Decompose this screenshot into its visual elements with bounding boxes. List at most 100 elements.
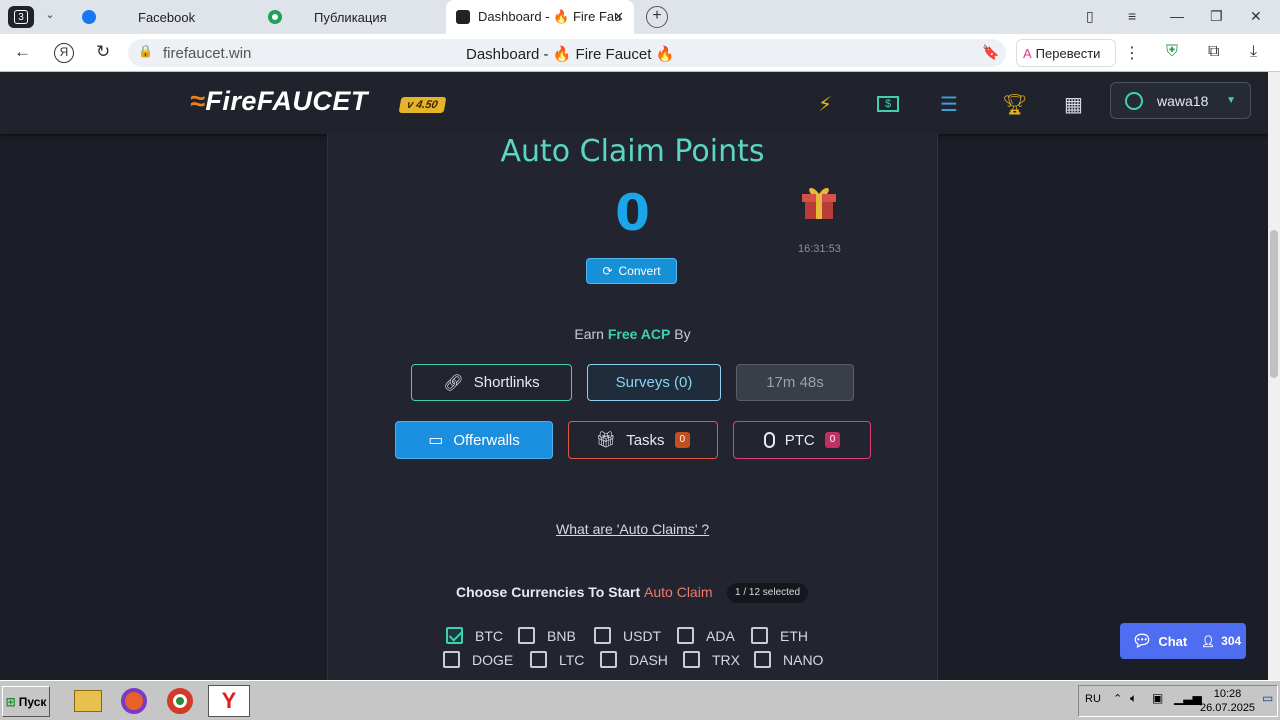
gift-outline-icon: 🎁︎	[595, 432, 617, 449]
currency-ltc[interactable]: LTC	[530, 651, 584, 668]
clock[interactable]: 10:28 26.07.2025	[1200, 687, 1255, 715]
chevron-up-icon[interactable]: ⌃	[1113, 692, 1122, 705]
clock-time: 10:28	[1213, 688, 1242, 700]
chevron-down-icon[interactable]: ⌄	[38, 8, 62, 26]
facebook-icon	[82, 10, 96, 24]
caret-down-icon: ▼	[1226, 95, 1236, 106]
checkbox[interactable]	[530, 651, 547, 668]
download-icon[interactable]: ⤓	[1250, 43, 1257, 61]
currency-label: DASH	[629, 651, 668, 668]
logo-faucet: FAUCET	[256, 86, 368, 116]
start-button[interactable]: ⊞ Пуск	[2, 686, 50, 717]
back-icon[interactable]: ←	[14, 42, 31, 62]
user-menu[interactable]: wawa18 ▼	[1110, 82, 1251, 119]
checkbox[interactable]	[443, 651, 460, 668]
refresh-icon: ⟳	[602, 264, 613, 278]
tab-dashboard[interactable]: Dashboard - 🔥 Fire Fau ✕	[446, 0, 634, 34]
chat-label: Chat	[1158, 633, 1188, 649]
currency-doge[interactable]: DOGE	[443, 651, 513, 668]
currency-btc[interactable]: BTC	[446, 627, 503, 644]
shortlinks-label: Shortlinks	[473, 374, 540, 391]
signal-icon[interactable]: ▁▃▅	[1174, 691, 1202, 705]
checkbox[interactable]	[677, 627, 694, 644]
yandex-icon[interactable]: Я	[54, 43, 74, 63]
show-desktop-icon[interactable]: ▭	[1262, 691, 1273, 705]
ptc-button[interactable]: PTC 0	[733, 421, 871, 459]
tasks-count: 0	[674, 432, 691, 448]
shield-icon[interactable]: ⛨	[1166, 43, 1178, 61]
window-icon: ▭	[428, 432, 444, 449]
surveys-label: Surveys (0)	[615, 374, 693, 391]
currency-nano[interactable]: NANO	[754, 651, 823, 668]
tasks-button[interactable]: 🎁︎ Tasks 0	[568, 421, 718, 459]
currency-dash[interactable]: DASH	[600, 651, 668, 668]
language-indicator[interactable]: RU	[1085, 693, 1101, 705]
username: wawa18	[1157, 92, 1209, 109]
shortlinks-button[interactable]: 🔗︎ Shortlinks	[411, 364, 572, 401]
checkbox[interactable]	[518, 627, 535, 644]
close-window-icon[interactable]: ✕	[1250, 8, 1262, 25]
restore-icon[interactable]: ❐	[1210, 8, 1223, 25]
page-scrollbar[interactable]	[1268, 72, 1280, 680]
currency-usdt[interactable]: USDT	[594, 627, 661, 644]
list-icon[interactable]: ☰	[940, 92, 958, 117]
logo-fire: Fire	[205, 86, 257, 116]
logo-flame-icon: ≈	[190, 86, 206, 116]
firefox-icon[interactable]	[116, 685, 152, 717]
new-tab-button[interactable]: +	[646, 6, 668, 28]
volume-icon[interactable]: 🔈︎	[1130, 691, 1137, 706]
menu-icon[interactable]: ≡	[1128, 8, 1136, 24]
offerwalls-button[interactable]: ▭ Offerwalls	[395, 421, 553, 459]
checkbox[interactable]	[754, 651, 771, 668]
surveys-button[interactable]: Surveys (0)	[587, 364, 721, 401]
close-icon[interactable]: ✕	[613, 9, 624, 25]
money-icon[interactable]: $	[877, 96, 899, 112]
timer-button[interactable]: 17m 48s	[736, 364, 854, 401]
tab-label: Facebook	[138, 9, 196, 25]
currency-trx[interactable]: TRX	[683, 651, 740, 668]
ptc-label: PTC	[784, 431, 815, 449]
translate-icon: A	[1023, 45, 1032, 61]
tab-count-button[interactable]: 3	[8, 6, 34, 28]
bookmark-icon[interactable]: 🔖	[982, 44, 999, 61]
file-manager-icon[interactable]	[70, 685, 106, 717]
translate-label: Перевести	[1035, 45, 1101, 61]
scrollbar-thumb[interactable]	[1270, 230, 1278, 378]
checkbox[interactable]	[683, 651, 700, 668]
checkbox[interactable]	[600, 651, 617, 668]
calendar-icon[interactable]: ▦	[1064, 92, 1083, 117]
currency-ada[interactable]: ADA	[677, 627, 735, 644]
offerwalls-label: Offerwalls	[453, 431, 520, 449]
chat-bubble-icon: 💬︎	[1132, 633, 1153, 650]
trophy-icon[interactable]: 🏆︎	[1002, 92, 1027, 117]
publication-icon	[268, 10, 282, 24]
bolt-icon[interactable]: ⚡	[818, 92, 832, 117]
checkbox[interactable]	[446, 627, 463, 644]
checkbox[interactable]	[594, 627, 611, 644]
chat-button[interactable]: 💬︎ Chat 👤︎ 304	[1120, 623, 1246, 659]
gift-icon[interactable]	[800, 184, 838, 220]
tab-publication[interactable]: Публикация	[268, 0, 444, 34]
url-text: firefaucet.win	[163, 45, 252, 62]
more-icon[interactable]: ⋮	[1124, 43, 1140, 63]
network-icon[interactable]: ▣	[1152, 691, 1163, 705]
chrome-icon[interactable]	[162, 685, 198, 717]
tab-label: Dashboard - 🔥 Fire Fau	[478, 9, 622, 24]
currency-label: ADA	[706, 627, 735, 644]
collections-icon[interactable]: ⧉	[1208, 43, 1219, 61]
translate-button[interactable]: A Перевести	[1016, 39, 1116, 67]
bookmarks-icon[interactable]: ▯	[1086, 8, 1094, 25]
tab-facebook[interactable]: Facebook	[80, 0, 256, 34]
convert-button[interactable]: ⟳ Convert	[586, 258, 677, 284]
currency-bnb[interactable]: BNB	[518, 627, 576, 644]
yandex-browser-icon[interactable]: Y	[208, 685, 250, 717]
checkbox[interactable]	[751, 627, 768, 644]
auto-claims-help-link[interactable]: What are 'Auto Claims' ?	[556, 521, 709, 537]
selected-count-badge: 1 / 12 selected	[727, 583, 809, 603]
site-logo[interactable]: ≈FireFAUCET	[190, 86, 368, 117]
reload-icon[interactable]: ↻	[96, 42, 110, 62]
earn-text: Earn Free ACP By	[327, 326, 938, 342]
currency-eth[interactable]: ETH	[751, 627, 808, 644]
minimize-icon[interactable]: —	[1170, 8, 1184, 24]
currency-label: LTC	[559, 651, 585, 668]
